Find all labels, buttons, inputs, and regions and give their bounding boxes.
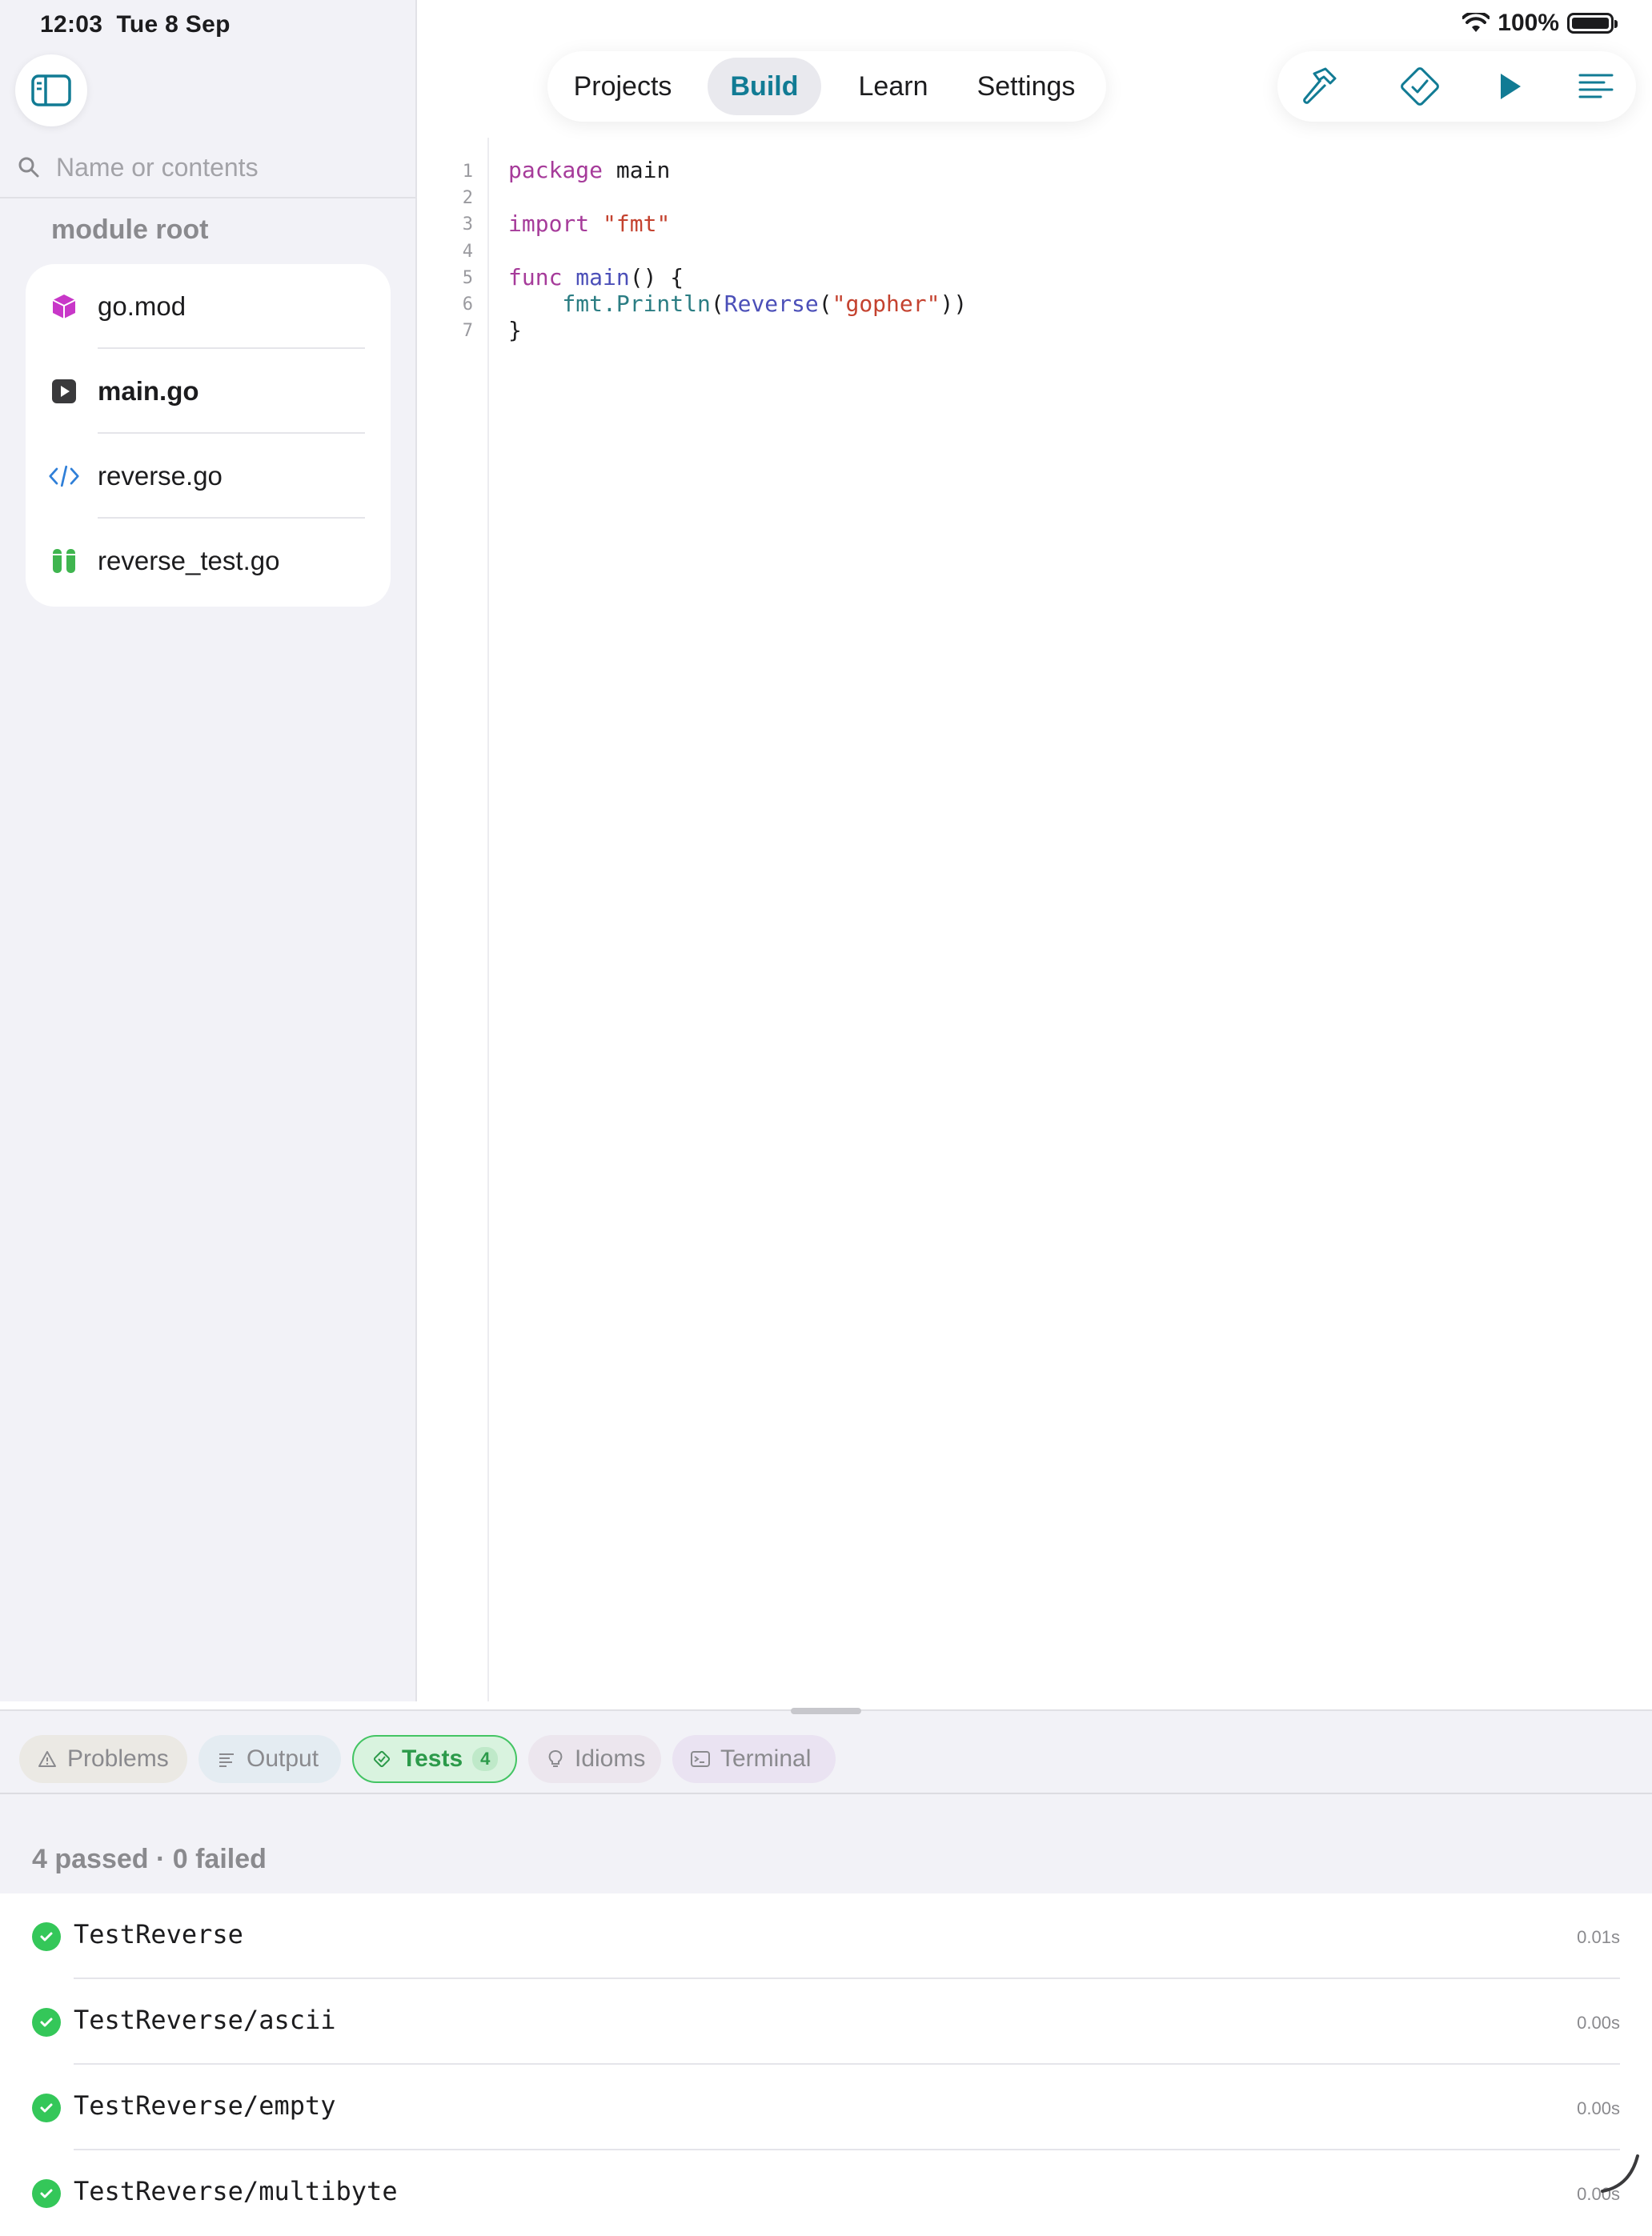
- battery-icon: [1567, 13, 1618, 34]
- file-name: reverse.go: [98, 461, 223, 491]
- panel-tab-label: Output: [247, 1745, 319, 1772]
- test-name: TestReverse/ascii: [74, 2005, 336, 2035]
- file-item-reverse-test-go[interactable]: reverse_test.go: [26, 519, 391, 603]
- test-result-row[interactable]: TestReverse 0.01s: [0, 1893, 1652, 1979]
- search-divider: [0, 197, 415, 198]
- line-number: 7: [462, 321, 473, 341]
- code-line-6: fmt.Println(Reverse("gopher")): [508, 291, 968, 317]
- file-item-go-mod[interactable]: go.mod: [26, 264, 391, 349]
- warning-triangle-icon: [37, 1749, 58, 1769]
- diamond-check-icon: [371, 1749, 392, 1769]
- panel-resize-handle[interactable]: [791, 1708, 861, 1714]
- diamond-check-icon: [1401, 67, 1439, 106]
- tab-projects[interactable]: Projects: [562, 58, 684, 115]
- panel-tab-idioms[interactable]: Idioms: [528, 1735, 661, 1783]
- line-number: 3: [462, 214, 473, 234]
- format-button[interactable]: [1572, 62, 1620, 110]
- status-date: Tue 8 Sep: [116, 11, 231, 38]
- tests-count-badge: 4: [472, 1747, 499, 1771]
- search-input[interactable]: [54, 151, 394, 183]
- line-number: 6: [462, 295, 473, 315]
- panel-tab-problems[interactable]: Problems: [19, 1735, 187, 1783]
- section-title: module root: [51, 214, 209, 245]
- lightbulb-icon: [546, 1749, 565, 1769]
- line-number: 4: [462, 242, 473, 262]
- panel-tabs-divider: [0, 1793, 1652, 1794]
- test-result-row[interactable]: TestReverse/ascii 0.00s: [0, 1979, 1652, 2065]
- test-name: TestReverse: [74, 1919, 243, 1949]
- test-duration: 0.00s: [1577, 2098, 1620, 2118]
- line-number: 1: [462, 162, 473, 182]
- panel-tab-output[interactable]: Output: [198, 1735, 341, 1783]
- test-result-row[interactable]: TestReverse/multibyte 0.00s: [0, 2150, 1652, 2236]
- check-circle-icon: [32, 1922, 61, 1951]
- line-number-gutter: 1 2 3 4 5 6 7: [417, 138, 489, 1701]
- line-number: 5: [462, 268, 473, 288]
- main-navigation: Projects Build Learn Settings: [547, 51, 1106, 122]
- check-circle-icon: [32, 2094, 61, 2122]
- code-line-3: import "fmt": [508, 210, 671, 237]
- test-tubes-icon: [48, 545, 80, 577]
- test-name: TestReverse/empty: [74, 2090, 336, 2121]
- status-time: 12:03: [40, 11, 103, 38]
- file-list: go.mod main.go reverse.go reverse_test.g…: [26, 264, 391, 607]
- battery-percent: 100%: [1498, 10, 1559, 36]
- test-summary: 4 passed · 0 failed: [32, 1844, 267, 1874]
- sidebar-icon: [31, 74, 71, 106]
- sidebar-toggle-button[interactable]: [15, 54, 87, 126]
- editor-toolbar: [1277, 51, 1636, 122]
- check-circle-icon: [32, 2008, 61, 2037]
- test-results-list: TestReverse 0.01s TestReverse/ascii 0.00…: [0, 1893, 1652, 2208]
- window-resize-handle[interactable]: [1598, 2151, 1642, 2196]
- tab-build[interactable]: Build: [708, 58, 821, 115]
- file-search: [18, 149, 402, 186]
- panel-tab-label: Problems: [67, 1745, 169, 1772]
- test-button[interactable]: [1396, 62, 1444, 110]
- file-name: reverse_test.go: [98, 546, 280, 575]
- file-name: main.go: [98, 376, 199, 406]
- search-icon: [18, 157, 39, 178]
- play-square-icon: [48, 375, 80, 407]
- code-line-7: }: [508, 317, 522, 343]
- test-duration: 0.01s: [1577, 1927, 1620, 1947]
- sidebar: [0, 0, 417, 1701]
- panel-tab-tests[interactable]: Tests 4: [352, 1735, 517, 1783]
- code-editor[interactable]: [417, 138, 1652, 1701]
- build-button[interactable]: [1297, 62, 1345, 110]
- check-circle-icon: [32, 2179, 61, 2208]
- panel-tab-label: Tests: [402, 1745, 463, 1772]
- code-line-5: func main() {: [508, 264, 684, 291]
- line-number: 2: [462, 188, 473, 208]
- terminal-icon: [690, 1749, 711, 1769]
- code-line-1: package main: [508, 157, 671, 183]
- lines-icon: [1578, 74, 1614, 98]
- test-result-row[interactable]: TestReverse/empty 0.00s: [0, 2065, 1652, 2150]
- hammer-icon: [1303, 67, 1337, 104]
- wifi-icon: [1462, 13, 1490, 32]
- tab-settings[interactable]: Settings: [960, 58, 1092, 115]
- run-button[interactable]: [1486, 62, 1534, 110]
- panel-tab-label: Idioms: [575, 1745, 646, 1772]
- status-bar-right: 100%: [1462, 10, 1618, 37]
- code-brackets-icon: [48, 460, 80, 492]
- play-icon: [1501, 74, 1521, 99]
- file-item-reverse-go[interactable]: reverse.go: [26, 434, 391, 519]
- file-item-main-go[interactable]: main.go: [26, 349, 391, 434]
- test-name: TestReverse/multibyte: [74, 2176, 398, 2206]
- test-duration: 0.00s: [1577, 2013, 1620, 2033]
- file-name: go.mod: [98, 291, 186, 321]
- panel-tab-label: Terminal: [720, 1745, 812, 1772]
- text-lines-icon: [216, 1749, 237, 1769]
- tab-learn[interactable]: Learn: [836, 58, 951, 115]
- status-bar-time: 12:03 Tue 8 Sep: [40, 11, 231, 38]
- package-cube-icon: [48, 291, 80, 323]
- panel-tab-terminal[interactable]: Terminal: [672, 1735, 836, 1783]
